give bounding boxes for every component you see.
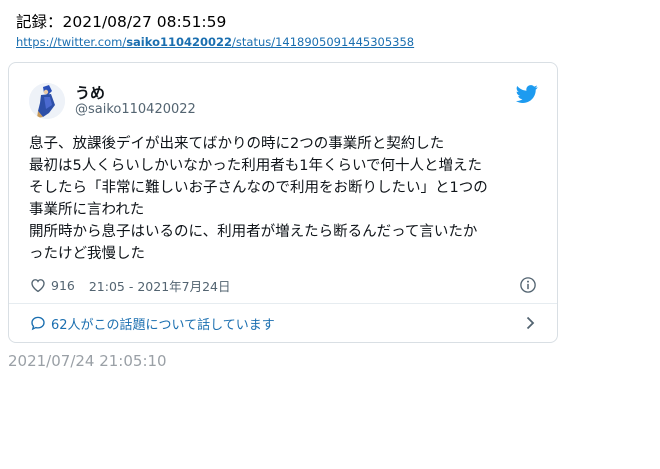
avatar[interactable] bbox=[29, 83, 65, 119]
chevron-right-icon[interactable] bbox=[522, 315, 538, 331]
divider bbox=[9, 303, 557, 304]
embedded-tweet-card: うめ @saiko110420022 息子、放課後デイが出来てばかりの時に2つの… bbox=[8, 62, 558, 343]
conversation-link[interactable]: 62人がこの話題について話しています bbox=[29, 313, 275, 333]
url-suffix: /status/1418905091445305358 bbox=[232, 35, 415, 49]
tweet-line: 事業所に言われた bbox=[29, 202, 145, 218]
tweet-line: ったけど我慢した bbox=[29, 246, 145, 262]
tweet-line: そしたら「非常に難しいお子さんなので利用をお断りしたい」と1つの bbox=[29, 180, 488, 196]
tweet-timestamp[interactable]: 21:05 - 2021年7月24日 bbox=[89, 276, 231, 295]
speech-bubble-icon bbox=[31, 316, 45, 331]
tweet-line: 息子、放課後デイが出来てばかりの時に2つの事業所と契約した bbox=[29, 136, 445, 152]
like-count[interactable]: 916 bbox=[51, 278, 75, 293]
user-handle[interactable]: @saiko110420022 bbox=[75, 102, 196, 117]
record-timestamp: 記録：2021/08/27 08:51:59 bbox=[16, 13, 227, 31]
info-icon[interactable] bbox=[519, 276, 537, 294]
url-prefix: https://twitter.com/ bbox=[16, 35, 127, 49]
twitter-bird-icon[interactable] bbox=[516, 83, 538, 105]
tweet-url-link[interactable]: https://twitter.com/saiko110420022/statu… bbox=[16, 35, 414, 49]
capture-date: 2021/07/24 21:05:10 bbox=[8, 352, 167, 370]
display-name[interactable]: うめ bbox=[75, 82, 105, 103]
heart-icon[interactable] bbox=[29, 276, 47, 294]
conversation-text: 62人がこの話題について話しています bbox=[51, 317, 275, 333]
tweet-meta: 916 21:05 - 2021年7月24日 bbox=[29, 275, 231, 295]
tweet-text: 息子、放課後デイが出来てばかりの時に2つの事業所と契約した 最初は5人くらいしか… bbox=[29, 133, 539, 265]
url-user: saiko110420022 bbox=[126, 35, 233, 49]
tweet-line: 最初は5人くらいしかいなかった利用者も1年くらいで何十人と増えた bbox=[29, 158, 483, 174]
tweet-line: 開所時から息子はいるのに、利用者が増えたら断るんだって言いたか bbox=[29, 224, 478, 240]
